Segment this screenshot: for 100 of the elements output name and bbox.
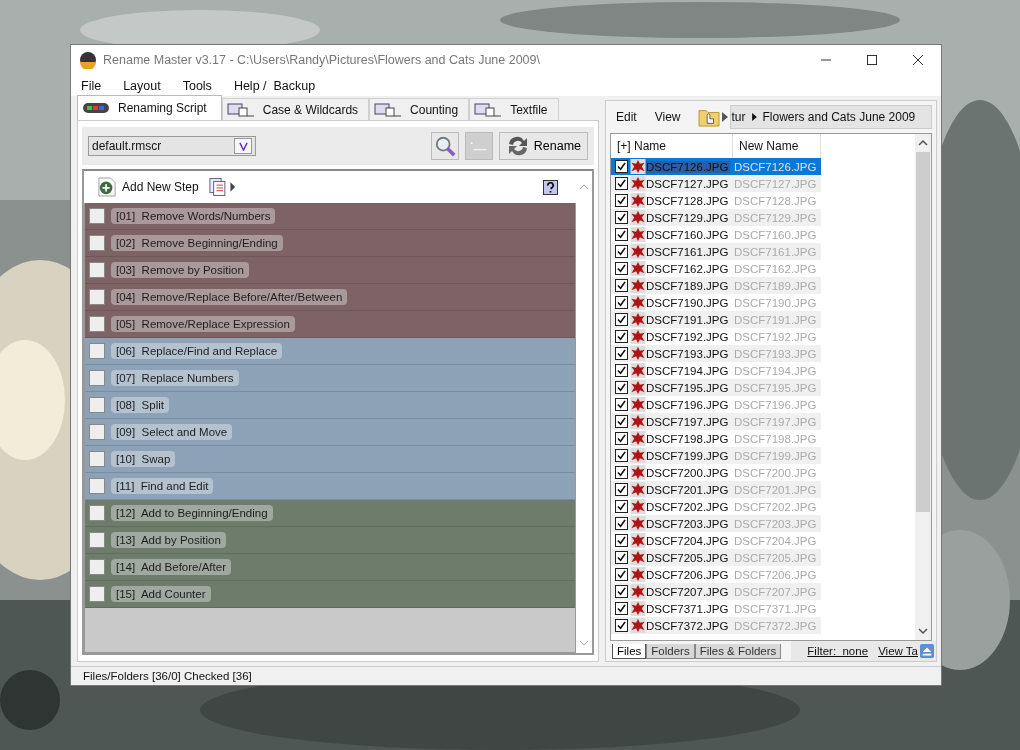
step-row[interactable]: [14] Add Before/After <box>85 554 575 582</box>
tab[interactable]: Case & Wildcards <box>221 98 370 121</box>
tab[interactable]: Files <box>612 643 647 659</box>
file-row[interactable]: DSCF7189.JPG DSCF7189.JPG <box>611 277 821 295</box>
help-button[interactable] <box>543 179 558 195</box>
file-checkbox[interactable] <box>615 619 628 633</box>
menu-item[interactable]: View <box>654 110 681 125</box>
tab[interactable]: Folders <box>646 643 695 659</box>
step-row[interactable]: [13] Add by Position <box>85 527 575 555</box>
file-row[interactable]: DSCF7200.JPG DSCF7200.JPG <box>611 464 821 482</box>
file-row[interactable]: DSCF7195.JPG DSCF7195.JPG <box>611 379 821 397</box>
file-checkbox[interactable] <box>615 194 628 208</box>
step-row[interactable]: [03] Remove by Position <box>85 257 575 285</box>
file-checkbox[interactable] <box>615 415 628 429</box>
menu-item[interactable]: Help / Backup <box>233 78 316 93</box>
dropdown-icon[interactable] <box>234 138 252 155</box>
file-row[interactable]: DSCF7192.JPG DSCF7192.JPG <box>611 328 821 346</box>
step-checkbox[interactable] <box>89 559 105 576</box>
file-checkbox[interactable] <box>615 466 628 480</box>
menu-item[interactable]: Tools <box>182 78 212 93</box>
file-row[interactable]: DSCF7204.JPG DSCF7204.JPG <box>611 532 821 550</box>
file-row[interactable]: DSCF7372.JPG DSCF7372.JPG <box>611 617 821 635</box>
step-row[interactable]: [02] Remove Beginning/Ending <box>85 230 575 258</box>
file-row[interactable]: DSCF7203.JPG DSCF7203.JPG <box>611 515 821 533</box>
file-checkbox[interactable] <box>615 585 628 599</box>
step-row[interactable]: [01] Remove Words/Numbers <box>85 203 575 231</box>
file-checkbox[interactable] <box>615 568 628 582</box>
step-checkbox[interactable] <box>89 235 105 252</box>
file-checkbox[interactable] <box>615 517 628 531</box>
file-row[interactable]: DSCF7191.JPG DSCF7191.JPG <box>611 311 821 329</box>
file-row[interactable]: DSCF7202.JPG DSCF7202.JPG <box>611 498 821 516</box>
file-checkbox[interactable] <box>615 602 628 616</box>
eject-icon[interactable] <box>920 644 934 659</box>
step-checkbox[interactable] <box>89 505 105 522</box>
file-row[interactable]: DSCF7196.JPG DSCF7196.JPG <box>611 396 821 414</box>
view-link[interactable]: View Ta <box>878 645 918 658</box>
file-checkbox[interactable] <box>615 432 628 446</box>
file-row[interactable]: DSCF7371.JPG DSCF7371.JPG <box>611 600 821 618</box>
search-button[interactable] <box>430 132 459 161</box>
file-checkbox[interactable] <box>615 228 628 242</box>
step-row[interactable]: [09] Select and Move <box>85 419 575 447</box>
step-row[interactable]: [11] Find and Edit <box>85 473 575 501</box>
file-checkbox[interactable] <box>615 313 628 327</box>
step-checkbox[interactable] <box>89 343 105 360</box>
file-checkbox[interactable] <box>615 364 628 378</box>
file-row[interactable]: DSCF7162.JPG DSCF7162.JPG <box>611 260 821 278</box>
file-row[interactable]: DSCF7197.JPG DSCF7197.JPG <box>611 413 821 431</box>
step-row[interactable]: [08] Split <box>85 392 575 420</box>
file-row[interactable]: DSCF7190.JPG DSCF7190.JPG <box>611 294 821 312</box>
file-row[interactable]: DSCF7126.JPG DSCF7126.JPG <box>611 158 821 176</box>
step-checkbox[interactable] <box>89 289 105 306</box>
step-checkbox[interactable] <box>89 478 105 495</box>
step-row[interactable]: [04] Remove/Replace Before/After/Between <box>85 284 575 312</box>
step-checkbox[interactable] <box>89 316 105 333</box>
step-checkbox[interactable] <box>89 532 105 549</box>
file-row[interactable]: DSCF7199.JPG DSCF7199.JPG <box>611 447 821 465</box>
step-checkbox[interactable] <box>89 208 105 225</box>
file-checkbox[interactable] <box>615 398 628 412</box>
file-checkbox[interactable] <box>615 483 628 497</box>
step-row[interactable]: [06] Replace/Find and Replace <box>85 338 575 366</box>
file-row[interactable]: DSCF7193.JPG DSCF7193.JPG <box>611 345 821 363</box>
documents-menu-icon[interactable] <box>208 177 237 198</box>
add-new-step-button[interactable]: Add New Step <box>122 180 199 195</box>
file-row[interactable]: DSCF7128.JPG DSCF7128.JPG <box>611 192 821 210</box>
file-checkbox[interactable] <box>615 177 628 191</box>
file-checkbox[interactable] <box>615 449 628 463</box>
file-checkbox[interactable] <box>615 500 628 514</box>
tab[interactable]: Counting <box>369 98 470 121</box>
script-field[interactable]: default.rmscr <box>88 136 256 157</box>
file-row[interactable]: DSCF7198.JPG DSCF7198.JPG <box>611 430 821 448</box>
file-checkbox[interactable] <box>615 551 628 565</box>
step-checkbox[interactable] <box>89 262 105 279</box>
menu-item[interactable]: Edit <box>616 110 637 125</box>
file-row[interactable]: DSCF7194.JPG DSCF7194.JPG <box>611 362 821 380</box>
file-row[interactable]: DSCF7127.JPG DSCF7127.JPG <box>611 175 821 193</box>
step-row[interactable]: [12] Add to Beginning/Ending <box>85 500 575 528</box>
step-row[interactable]: [15] Add Counter <box>85 581 575 609</box>
file-row[interactable]: DSCF7201.JPG DSCF7201.JPG <box>611 481 821 499</box>
path-bar[interactable]: tur Flowers and Cats June 2009 <box>730 105 932 130</box>
tab[interactable]: Textfile <box>469 98 559 121</box>
file-checkbox[interactable] <box>615 262 628 276</box>
file-row[interactable]: DSCF7161.JPG DSCF7161.JPG <box>611 243 821 261</box>
file-checkbox[interactable] <box>615 381 628 395</box>
step-checkbox[interactable] <box>89 397 105 414</box>
path-segment[interactable]: Flowers and Cats June 2009 <box>762 110 916 125</box>
menu-item[interactable]: Layout <box>123 78 161 93</box>
file-checkbox[interactable] <box>615 160 628 174</box>
step-row[interactable]: [07] Replace Numbers <box>85 365 575 393</box>
file-checkbox[interactable] <box>615 211 628 225</box>
path-arrow-icon[interactable] <box>751 113 757 122</box>
file-row[interactable]: DSCF7206.JPG DSCF7206.JPG <box>611 566 821 584</box>
file-row[interactable]: DSCF7160.JPG DSCF7160.JPG <box>611 226 821 244</box>
scrollbar-thumb[interactable] <box>916 152 930 513</box>
file-row[interactable]: DSCF7129.JPG DSCF7129.JPG <box>611 209 821 227</box>
file-checkbox[interactable] <box>615 534 628 548</box>
folder-hand-icon[interactable] <box>698 107 721 128</box>
step-row[interactable]: [05] Remove/Replace Expression <box>85 311 575 339</box>
step-checkbox[interactable] <box>89 451 105 468</box>
tab[interactable]: Renaming Script <box>77 95 222 121</box>
add-icon[interactable] <box>98 177 116 198</box>
